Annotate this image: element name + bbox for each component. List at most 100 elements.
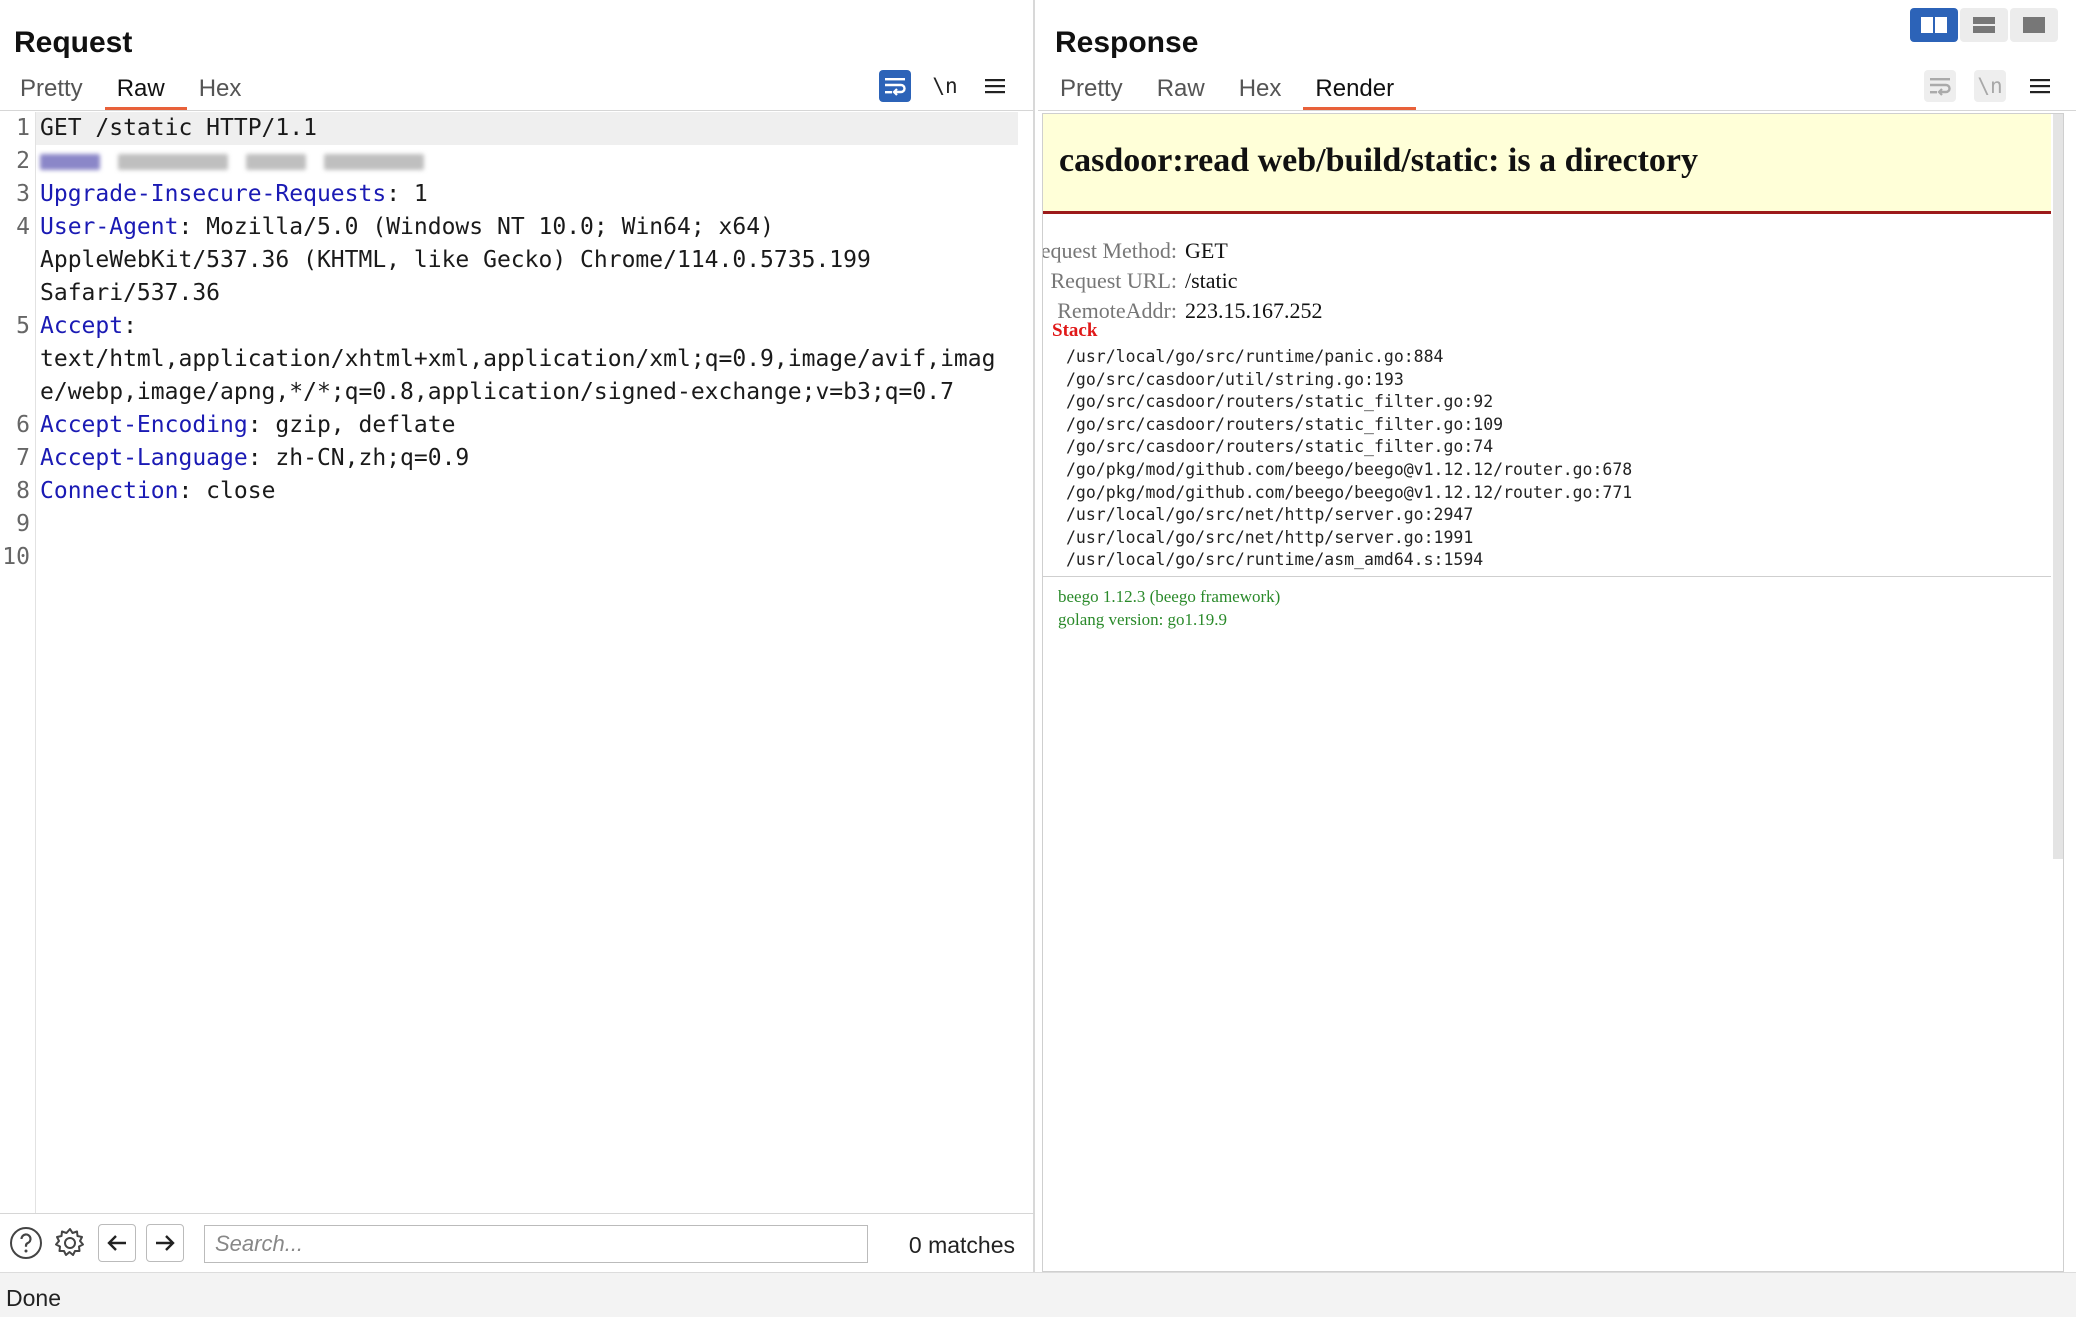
line-number: 6 [16, 412, 30, 438]
line-text: text/html,application/xhtml+xml,applicat… [40, 346, 996, 372]
error-title: casdoor:read web/build/static: is a dire… [1059, 142, 1699, 179]
line-number: 1 [16, 115, 30, 141]
request-field: Request URL: /static [1043, 268, 1238, 296]
stack-frame: /usr/local/go/src/runtime/panic.go:884 [1066, 347, 1444, 366]
request-tab-raw[interactable]: Raw [104, 72, 187, 110]
code-line[interactable]: 4 User-Agent: Mozilla/5.0 (Windows NT 10.… [0, 211, 1033, 244]
response-tab-pretty[interactable]: Pretty [1048, 72, 1145, 110]
stack-frame: /usr/local/go/src/runtime/asm_amd64.s:15… [1066, 550, 1484, 570]
line-text: Accept-Encoding: gzip, deflate [40, 412, 456, 438]
line-text: Upgrade-Insecure-Requests: 1 [40, 181, 428, 207]
error-header: casdoor:read web/build/static: is a dire… [1043, 114, 2051, 214]
line-text: User-Agent: Mozilla/5.0 (Windows NT 10.0… [40, 214, 774, 240]
code-line[interactable]: 7 Accept-Language: zh-CN,zh;q=0.9 [0, 442, 1033, 475]
newline-icon[interactable]: \n [929, 70, 961, 102]
code-line[interactable]: AppleWebKit/537.36 (KHTML, like Gecko) C… [0, 244, 1033, 277]
line-number: 4 [16, 214, 30, 240]
field-value: 223.15.167.252 [1185, 298, 1323, 323]
stack-label: Stack [1052, 320, 1098, 341]
code-line[interactable]: 9 [0, 508, 1033, 541]
line-number: 9 [16, 511, 30, 537]
status-text: Done [6, 1285, 61, 1311]
request-title: Request [14, 26, 133, 59]
match-count: 0 matches [908, 1232, 1015, 1258]
response-tab-rule [1038, 110, 2076, 111]
render-scrollbar[interactable] [2053, 114, 2063, 859]
request-tabs: Pretty Raw Hex [8, 72, 263, 110]
response-tab-hex[interactable]: Hex [1227, 72, 1304, 110]
response-tabs: Pretty Raw Hex Render [1048, 72, 1416, 110]
gear-icon[interactable] [52, 1225, 88, 1261]
line-text: AppleWebKit/537.36 (KHTML, like Gecko) C… [40, 247, 871, 273]
redacted-text [40, 153, 100, 170]
line-number: 8 [16, 478, 30, 504]
response-toolbar: \n [1924, 70, 2056, 102]
line-text: GET /static HTTP/1.1 [40, 115, 317, 141]
code-line[interactable]: 2 [0, 145, 1033, 178]
single-pane-layout-icon[interactable] [2010, 8, 2058, 42]
code-line[interactable]: 5 Accept: [0, 310, 1033, 343]
menu-icon[interactable] [2024, 70, 2056, 102]
status-bar: Done [0, 1272, 2076, 1317]
menu-icon[interactable] [979, 70, 1011, 102]
response-title: Response [1055, 26, 1199, 59]
line-text: e/webp,image/apng,*/*;q=0.8,application/… [40, 379, 954, 405]
redacted-text [246, 153, 306, 170]
word-wrap-icon[interactable] [879, 70, 911, 102]
framework-info-line: golang version: go1.19.9 [1058, 610, 1228, 629]
code-line[interactable]: e/webp,image/apng,*/*;q=0.8,application/… [0, 376, 1033, 409]
response-tab-raw[interactable]: Raw [1145, 72, 1227, 110]
render-divider [1043, 576, 2051, 577]
request-toolbar: \n [879, 70, 1011, 102]
newline-icon[interactable]: \n [1974, 70, 2006, 102]
line-number: 10 [2, 544, 30, 570]
request-field: Request Method: GET [1042, 238, 1228, 266]
line-number: 7 [16, 445, 30, 471]
code-line[interactable]: 6 Accept-Encoding: gzip, deflate [0, 409, 1033, 442]
layout-toggle [1908, 8, 2058, 42]
side-by-side-layout-icon[interactable] [1910, 8, 1958, 42]
render-view: casdoor:read web/build/static: is a dire… [1042, 113, 2064, 1272]
search-bar: 0 matches [0, 1213, 1035, 1272]
code-line[interactable]: 8 Connection: close [0, 475, 1033, 508]
request-pane: Request Pretty Raw Hex \n 1 GET /static HTT… [0, 0, 1035, 1272]
word-wrap-icon[interactable] [1924, 70, 1956, 102]
request-tab-hex[interactable]: Hex [187, 72, 264, 110]
next-match-button[interactable] [146, 1224, 184, 1262]
field-label: Request URL: [1050, 268, 1178, 293]
redacted-text [118, 153, 228, 170]
stack-frame: /go/src/casdoor/util/string.go:193 [1066, 369, 1404, 389]
stack-frame: /usr/local/go/src/net/http/server.go:294… [1066, 505, 1474, 525]
line-text: Safari/537.36 [40, 280, 221, 306]
field-label: Request Method: [1042, 238, 1177, 263]
response-tab-render[interactable]: Render [1303, 72, 1416, 110]
response-pane: Response Pretty Raw Hex Render \n casdoor:r… [1038, 0, 2076, 1272]
line-number: 2 [16, 148, 30, 174]
code-line[interactable]: text/html,application/xhtml+xml,applicat… [0, 343, 1033, 376]
line-text: Accept: [40, 313, 137, 339]
line-text: Accept-Language: zh-CN,zh;q=0.9 [40, 445, 470, 471]
stack-frame: /go/pkg/mod/github.com/beego/beego@v1.12… [1066, 460, 1633, 479]
search-input[interactable] [204, 1225, 868, 1263]
line-number: 5 [16, 313, 30, 339]
request-editor[interactable]: 1 GET /static HTTP/1.1 2 3 Upgrade-Insecure-… [0, 112, 1033, 1213]
previous-match-button[interactable] [98, 1224, 136, 1262]
stacked-layout-icon[interactable] [1960, 8, 2008, 42]
request-tab-rule [0, 110, 1033, 111]
field-value: GET [1185, 238, 1228, 263]
stack-frame: /go/pkg/mod/github.com/beego/beego@v1.12… [1066, 482, 1633, 502]
framework-info-line: beego 1.12.3 (beego framework) [1058, 587, 1281, 606]
line-text [40, 145, 442, 178]
line-number: 3 [16, 181, 30, 207]
code-line[interactable]: 10 [0, 541, 1033, 574]
stack-frame: /go/src/casdoor/routers/static_filter.go… [1066, 414, 1504, 434]
help-icon[interactable] [8, 1225, 44, 1261]
request-tab-pretty[interactable]: Pretty [8, 72, 105, 110]
code-line[interactable]: 1 GET /static HTTP/1.1 [0, 112, 1033, 145]
redacted-text [324, 153, 424, 170]
field-value: /static [1185, 268, 1238, 293]
stack-frame: /go/src/casdoor/routers/static_filter.go… [1066, 392, 1494, 412]
code-line[interactable]: Safari/537.36 [0, 277, 1033, 310]
code-line[interactable]: 3 Upgrade-Insecure-Requests: 1 [0, 178, 1033, 211]
stack-frame: /go/src/casdoor/routers/static_filter.go… [1066, 437, 1494, 457]
